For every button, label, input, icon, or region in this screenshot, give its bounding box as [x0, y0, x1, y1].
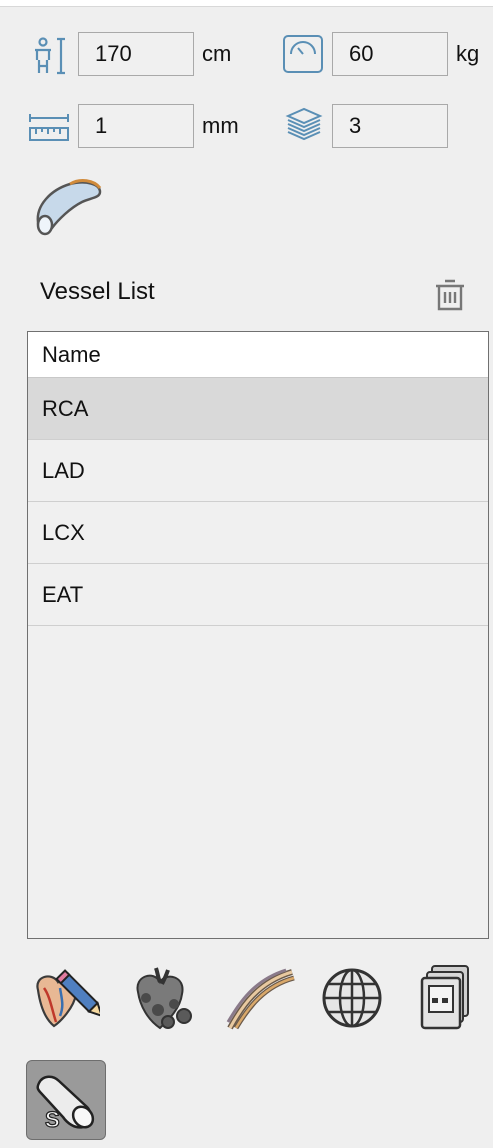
straightened-vessel-icon: S [36, 1075, 95, 1133]
ruler-thickness-icon [29, 114, 69, 141]
scale-weight-icon [283, 35, 323, 73]
body-height-icon [35, 37, 65, 75]
height-input[interactable]: 170 [78, 32, 194, 76]
image-stack-icon[interactable] [418, 964, 472, 1032]
column-header-name[interactable]: Name [28, 332, 488, 378]
weight-input[interactable]: 60 [332, 32, 448, 76]
layers-stack-icon [285, 107, 323, 141]
height-unit-label: cm [202, 41, 232, 66]
list-item[interactable]: LCX [28, 502, 488, 564]
layers-input[interactable]: 3 [332, 104, 448, 148]
trash-icon[interactable] [433, 276, 467, 312]
heart-edit-icon[interactable] [30, 966, 100, 1032]
slice-thickness-input[interactable]: 1 [78, 104, 194, 148]
list-item[interactable]: LAD [28, 440, 488, 502]
vessel-strands-icon[interactable] [224, 966, 296, 1032]
vessel-list[interactable]: Name RCA LAD LCX EAT [27, 331, 489, 939]
list-item[interactable]: EAT [28, 564, 488, 626]
weight-unit-label: kg [456, 41, 480, 66]
globe-icon[interactable] [320, 966, 384, 1030]
vessel-tube-icon[interactable] [30, 176, 106, 236]
thickness-unit-label: mm [202, 113, 239, 138]
vessel-list-title: Vessel List [40, 278, 155, 305]
svg-text:S: S [45, 1107, 60, 1132]
panel-top-edge [0, 0, 493, 7]
list-item[interactable]: RCA [28, 378, 488, 440]
heart-vessels-icon[interactable] [128, 964, 200, 1034]
straightened-vessel-button[interactable]: S [26, 1060, 106, 1140]
